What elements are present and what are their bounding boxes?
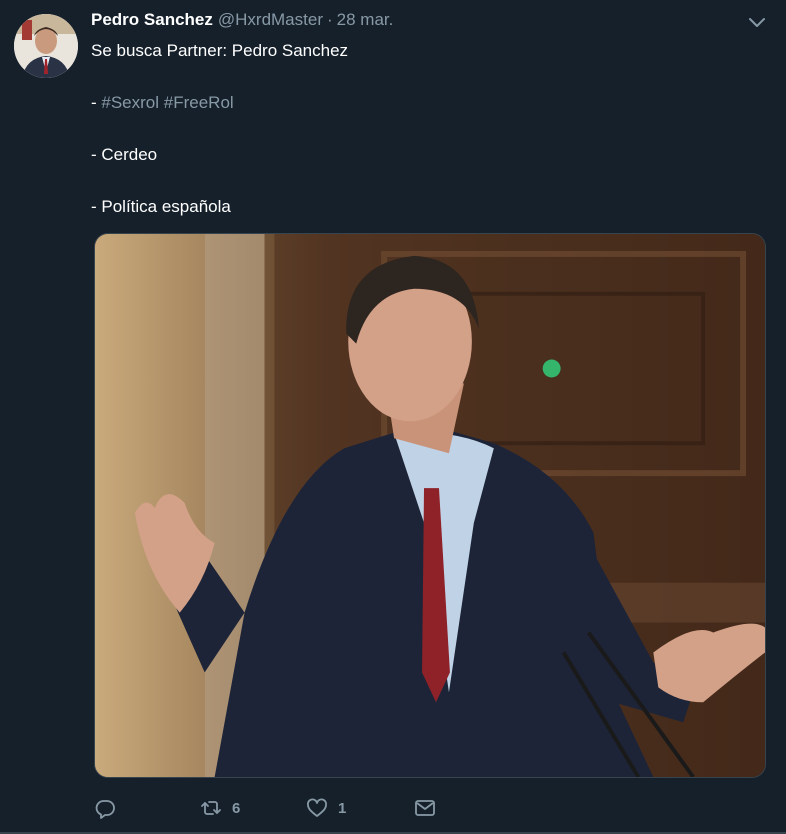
hashtag-link[interactable]: #Sexrol — [101, 93, 159, 112]
avatar[interactable] — [14, 14, 78, 78]
hashtag-link[interactable]: #FreeRol — [164, 93, 234, 112]
chevron-down-icon[interactable] — [748, 14, 766, 32]
author-name[interactable]: Pedro Sanchez — [91, 10, 213, 30]
retweet-button[interactable]: 6 — [200, 797, 240, 819]
tweet-actions: 6 1 — [94, 794, 435, 822]
text-line: - Cerdeo — [91, 145, 158, 164]
like-count: 1 — [338, 799, 347, 817]
retweet-count: 6 — [232, 799, 241, 817]
separator: · — [326, 10, 333, 29]
reply-icon — [94, 797, 116, 819]
tweet[interactable]: Pedro Sanchez @HxrdMaster · 28 mar. Se b… — [0, 0, 786, 834]
retweet-icon — [200, 797, 222, 819]
tweet-text: Se busca Partner: Pedro Sanchez - #Sexro… — [91, 38, 771, 220]
heart-icon — [306, 797, 328, 819]
tweet-date[interactable]: 28 mar. — [337, 10, 394, 30]
author-handle[interactable]: @HxrdMaster — [218, 10, 323, 30]
text-line: - Política española — [91, 197, 231, 216]
tweet-header: Pedro Sanchez @HxrdMaster · 28 mar. — [91, 10, 393, 34]
text-line: - #Sexrol #FreeRol — [91, 90, 771, 116]
envelope-icon — [414, 797, 436, 819]
like-button[interactable]: 1 — [306, 797, 346, 819]
text-line: Se busca Partner: Pedro Sanchez — [91, 41, 349, 60]
tweet-photo[interactable] — [94, 233, 766, 778]
text-prefix: - — [91, 93, 102, 112]
direct-message-button[interactable] — [414, 797, 436, 819]
reply-button[interactable] — [94, 797, 116, 819]
